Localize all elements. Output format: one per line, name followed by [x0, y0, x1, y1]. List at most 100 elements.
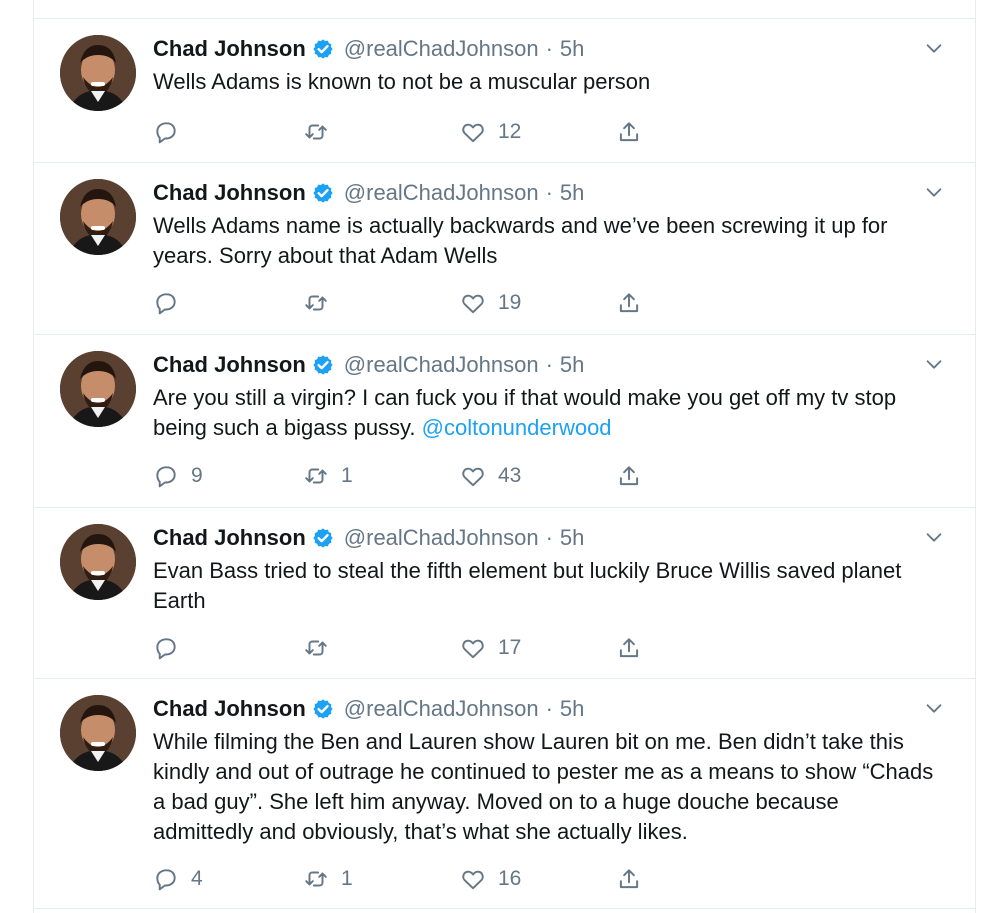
retweet-button[interactable]: [303, 635, 460, 661]
tweet-text: Wells Adams is known to not be a muscula…: [153, 67, 945, 97]
author-name[interactable]: Chad Johnson: [153, 35, 306, 63]
heart-icon: [462, 639, 484, 659]
separator-dot: ·: [545, 180, 553, 205]
like-count: 19: [498, 291, 522, 314]
share-button[interactable]: [616, 635, 642, 661]
heart-icon: [462, 294, 484, 314]
tweet-time[interactable]: 5h: [560, 35, 584, 63]
previous-tweet-edge: [34, 0, 975, 19]
avatar[interactable]: [60, 35, 136, 111]
reply-button[interactable]: [153, 290, 303, 316]
retweet-icon: [305, 871, 327, 887]
chevron-down-icon[interactable]: [923, 37, 945, 59]
share-icon: [619, 869, 639, 889]
tweet[interactable]: Chad Johnson @realChadJohnson · 5h Wells…: [34, 19, 975, 163]
author-handle[interactable]: @realChadJohnson: [344, 524, 539, 552]
like-button[interactable]: 16: [460, 866, 616, 892]
reply-button[interactable]: 9: [153, 463, 303, 489]
tweet-body: Wells Adams is known to not be a muscula…: [153, 69, 651, 94]
share-button[interactable]: [616, 119, 642, 145]
retweet-icon: [305, 640, 327, 656]
separator-dot: ·: [545, 525, 553, 550]
retweet-button[interactable]: [303, 119, 460, 145]
retweet-button[interactable]: 1: [303, 463, 460, 489]
tweet[interactable]: Chad Johnson @realChadJohnson · 5h Are y…: [34, 335, 975, 508]
heart-icon: [462, 123, 484, 143]
tweet-content: Chad Johnson @realChadJohnson · 5h While…: [153, 695, 945, 847]
verified-badge-icon: [313, 39, 333, 59]
like-button[interactable]: 12: [460, 119, 616, 145]
avatar[interactable]: [60, 351, 136, 427]
like-button[interactable]: 17: [460, 635, 616, 661]
share-button[interactable]: [616, 463, 642, 489]
tweet-body: Wells Adams name is actually backwards a…: [153, 213, 888, 268]
tweet-actions: 9 1 43: [153, 463, 642, 489]
author-name[interactable]: Chad Johnson: [153, 179, 306, 207]
tweet-actions: 12: [153, 119, 642, 145]
like-count: 17: [498, 636, 522, 659]
author-name[interactable]: Chad Johnson: [153, 351, 306, 379]
tweet-header: Chad Johnson @realChadJohnson · 5h: [153, 695, 945, 723]
reply-icon: [156, 638, 176, 660]
tweet-content: Chad Johnson @realChadJohnson · 5h Wells…: [153, 179, 945, 271]
reply-icon: [156, 122, 176, 144]
tweet-actions: 4 1 16: [153, 866, 642, 892]
retweet-button[interactable]: [303, 290, 460, 316]
chevron-down-icon[interactable]: [923, 353, 945, 375]
author-name[interactable]: Chad Johnson: [153, 524, 306, 552]
like-button[interactable]: 43: [460, 463, 616, 489]
author-handle[interactable]: @realChadJohnson: [344, 179, 539, 207]
share-icon: [619, 638, 639, 658]
verified-badge-icon: [313, 699, 333, 719]
timeline: Chad Johnson @realChadJohnson · 5h Wells…: [33, 0, 976, 913]
share-icon: [619, 122, 639, 142]
tweet-text: Wells Adams name is actually backwards a…: [153, 211, 945, 271]
share-icon: [619, 466, 639, 486]
heart-icon: [462, 467, 484, 487]
tweet-content: Chad Johnson @realChadJohnson · 5h Wells…: [153, 35, 945, 97]
tweet[interactable]: Chad Johnson @realChadJohnson · 5h Evan …: [34, 508, 975, 679]
tweet-time[interactable]: 5h: [560, 695, 584, 723]
tweet[interactable]: Chad Johnson @realChadJohnson · 5h Wells…: [34, 163, 975, 335]
retweet-button[interactable]: 1: [303, 866, 460, 892]
author-handle[interactable]: @realChadJohnson: [344, 35, 539, 63]
reply-icon: [156, 869, 176, 891]
tweet-header: Chad Johnson @realChadJohnson · 5h: [153, 35, 945, 63]
reply-button[interactable]: [153, 635, 303, 661]
tweet-time[interactable]: 5h: [560, 179, 584, 207]
reply-icon: [156, 466, 176, 488]
like-button[interactable]: 19: [460, 290, 616, 316]
tweet-header: Chad Johnson @realChadJohnson · 5h: [153, 524, 945, 552]
tweet-text: Evan Bass tried to steal the fifth eleme…: [153, 556, 945, 616]
retweet-icon: [305, 295, 327, 311]
tweet-header: Chad Johnson @realChadJohnson · 5h: [153, 179, 945, 207]
tweet-time[interactable]: 5h: [560, 351, 584, 379]
verified-badge-icon: [313, 355, 333, 375]
avatar[interactable]: [60, 179, 136, 255]
share-button[interactable]: [616, 866, 642, 892]
author-name[interactable]: Chad Johnson: [153, 695, 306, 723]
avatar[interactable]: [60, 695, 136, 771]
tweet-actions: 17: [153, 635, 642, 661]
verified-badge-icon: [313, 183, 333, 203]
author-handle[interactable]: @realChadJohnson: [344, 351, 539, 379]
tweet[interactable]: Chad Johnson @realChadJohnson · 5h While…: [34, 679, 975, 909]
separator-dot: ·: [545, 696, 553, 721]
tweet-time[interactable]: 5h: [560, 524, 584, 552]
reply-button[interactable]: 4: [153, 866, 303, 892]
retweet-icon: [305, 468, 327, 484]
chevron-down-icon[interactable]: [923, 526, 945, 548]
mention-link[interactable]: @coltonunderwood: [422, 415, 612, 440]
tweet-header: Chad Johnson @realChadJohnson · 5h: [153, 351, 945, 379]
chevron-down-icon[interactable]: [923, 181, 945, 203]
avatar[interactable]: [60, 524, 136, 600]
retweet-count: 1: [341, 464, 353, 487]
chevron-down-icon[interactable]: [923, 697, 945, 719]
verified-badge-icon: [313, 528, 333, 548]
author-handle[interactable]: @realChadJohnson: [344, 695, 539, 723]
reply-button[interactable]: [153, 119, 303, 145]
heart-icon: [462, 870, 484, 890]
retweet-count: 1: [341, 867, 353, 890]
share-button[interactable]: [616, 290, 642, 316]
like-count: 43: [498, 464, 522, 487]
